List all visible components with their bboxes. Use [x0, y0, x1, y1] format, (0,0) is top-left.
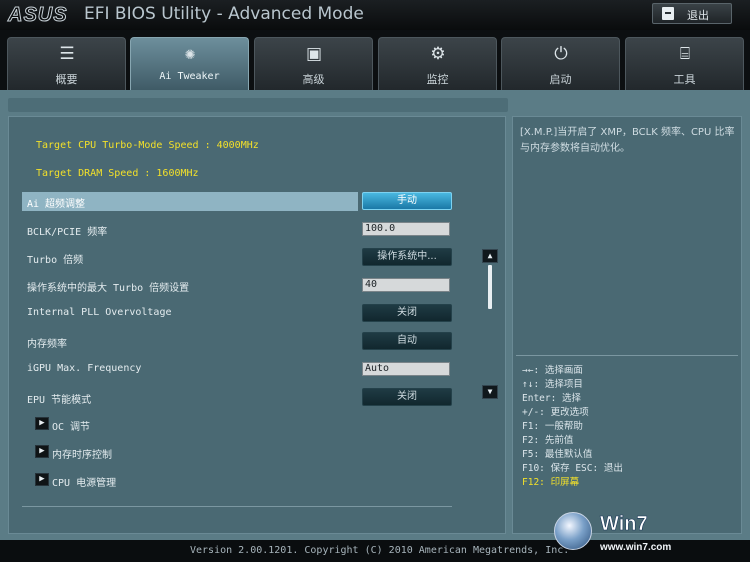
setting-label: 内存频率 [27, 339, 67, 350]
chevron-right-icon[interactable]: ▶ [35, 473, 49, 486]
setting-row-ai-overclock[interactable]: Ai 超频调整 [22, 192, 358, 211]
hotkey-previous-values: F2: 先前值 [522, 435, 574, 446]
setting-label: Internal PLL Overvoltage [27, 307, 172, 318]
tab-label: 启动 [549, 73, 572, 86]
setting-label: iGPU Max. Frequency [27, 363, 142, 374]
tab-overview[interactable]: ☰ 概要 [7, 37, 126, 90]
setting-row-max-turbo[interactable]: 操作系统中的最大 Turbo 倍频设置 [22, 276, 358, 295]
copyright-text: Version 2.00.1201. Copyright (C) 2010 Am… [190, 545, 570, 556]
submenu-cpu-power[interactable]: CPU 电源管理 [52, 474, 116, 489]
title-bar: ASUS EFI BIOS Utility - Advanced Mode 退出 [0, 0, 750, 30]
watermark: Win7 www.win7.com [548, 510, 744, 560]
tab-advanced[interactable]: ▣ 高级 [254, 37, 373, 90]
hotkey-select-screen: →←: 选择画面 [522, 365, 583, 376]
power-icon: ⏻ [554, 44, 568, 64]
submenu-oc-tuning[interactable]: OC 调节 [52, 418, 90, 433]
tool-icon: ⌸ [679, 44, 691, 64]
exit-button[interactable]: 退出 [652, 3, 732, 24]
tab-tool[interactable]: ⌸ 工具 [625, 37, 744, 90]
tab-label: 高级 [302, 73, 325, 86]
help-description: [X.M.P.]当开启了 XMP，BCLK 频率、CPU 比率与内存参数将自动优… [520, 127, 735, 154]
setting-row-pll-overvoltage[interactable]: Internal PLL Overvoltage [22, 304, 358, 323]
max-turbo-input[interactable]: 40 [362, 278, 450, 292]
pll-overvoltage-button[interactable]: 关闭 [362, 304, 452, 322]
setting-label: 操作系统中的最大 Turbo 倍频设置 [27, 283, 190, 294]
hotkey-general-help: F1: 一般帮助 [522, 421, 583, 432]
hotkey-select-item: ↑↓: 选择项目 [522, 379, 583, 390]
asus-logo: ASUS [8, 4, 68, 27]
epu-mode-button[interactable]: 关闭 [362, 388, 452, 406]
scrollbar[interactable]: ▲ ▼ [482, 249, 498, 399]
exit-label: 退出 [687, 9, 709, 22]
tweaker-icon: ✺ [184, 44, 196, 64]
setting-label: Ai 超频调整 [27, 199, 86, 210]
tab-label: 概要 [55, 73, 78, 86]
tab-boot[interactable]: ⏻ 启动 [501, 37, 620, 90]
hotkey-save-exit: F10: 保存 ESC: 退出 [522, 463, 623, 474]
setting-row-bclk[interactable]: BCLK/PCIE 频率 [22, 220, 358, 239]
submenu-dram-timing[interactable]: 内存时序控制 [52, 446, 112, 461]
setting-row-memory-frequency[interactable]: 内存频率 [22, 332, 358, 351]
hotkey-change-option: +/-: 更改选项 [522, 407, 589, 418]
tab-label: Ai Tweaker [159, 71, 220, 82]
hotkeys-divider [516, 355, 738, 356]
cpu-speed-info: Target CPU Turbo-Mode Speed : 4000MHz [36, 140, 259, 151]
tab-ai-tweaker[interactable]: ✺ Ai Tweaker [130, 37, 249, 90]
list-icon: ☰ [59, 44, 75, 64]
scroll-up-icon[interactable]: ▲ [482, 249, 498, 263]
scroll-thumb[interactable] [488, 265, 492, 309]
panel-divider [22, 506, 452, 507]
bclk-input[interactable]: 100.0 [362, 222, 450, 236]
header-band [8, 98, 508, 112]
setting-row-epu-mode[interactable]: EPU 节能模式 [22, 388, 358, 407]
watermark-url: www.win7.com [600, 542, 672, 553]
dram-speed-info: Target DRAM Speed : 1600MHz [36, 168, 199, 179]
tab-label: 监控 [426, 73, 449, 86]
hotkey-enter: Enter: 选择 [522, 393, 582, 404]
setting-row-igpu-frequency[interactable]: iGPU Max. Frequency [22, 360, 358, 379]
ai-overclock-button[interactable]: 手动 [362, 192, 452, 210]
tab-monitor[interactable]: ⚙ 监控 [378, 37, 497, 90]
hotkey-print-screen: F12: 印屏幕 [522, 477, 580, 488]
app-title: EFI BIOS Utility - Advanced Mode [84, 4, 364, 24]
memory-frequency-button[interactable]: 自动 [362, 332, 452, 350]
tab-label: 工具 [673, 73, 696, 86]
chevron-right-icon[interactable]: ▶ [35, 417, 49, 430]
setting-row-turbo-ratio[interactable]: Turbo 倍频 [22, 248, 358, 267]
setting-label: BCLK/PCIE 频率 [27, 227, 108, 238]
igpu-frequency-input[interactable]: Auto [362, 362, 450, 376]
exit-icon [662, 7, 674, 20]
windows-logo-icon [554, 512, 592, 550]
hotkey-optimized-defaults: F5: 最佳默认值 [522, 449, 593, 460]
monitor-icon: ⚙ [430, 44, 446, 64]
turbo-ratio-button[interactable]: 操作系统中... [362, 248, 452, 266]
chevron-right-icon[interactable]: ▶ [35, 445, 49, 458]
scroll-down-icon[interactable]: ▼ [482, 385, 498, 399]
advanced-icon: ▣ [305, 44, 323, 64]
setting-label: EPU 节能模式 [27, 395, 92, 406]
setting-label: Turbo 倍频 [27, 255, 84, 266]
tab-bar: ☰ 概要 ✺ Ai Tweaker ▣ 高级 ⚙ 监控 ⏻ 启动 ⌸ 工具 [0, 30, 750, 90]
watermark-title: Win7 [600, 513, 648, 536]
